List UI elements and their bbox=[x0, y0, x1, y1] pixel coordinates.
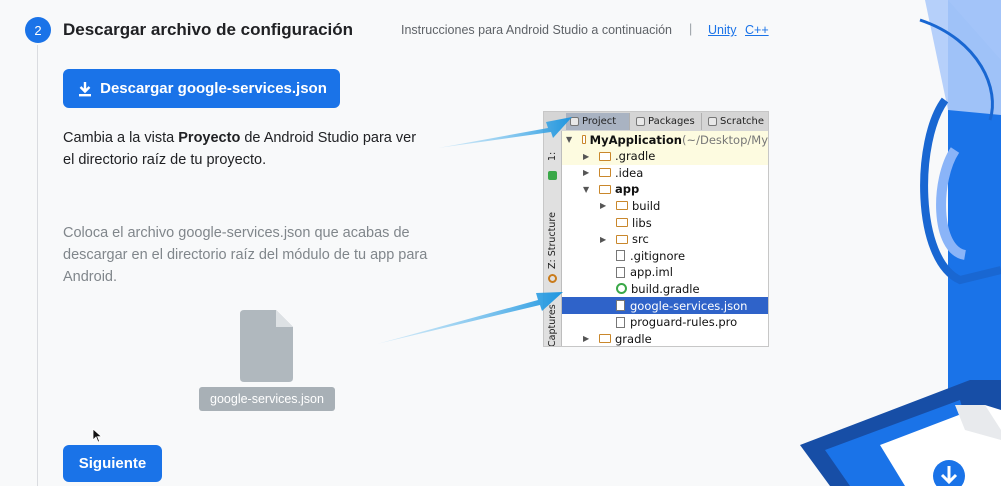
collapsed-arrow-icon: ▶ bbox=[583, 151, 590, 161]
tree-row: google-services.json bbox=[562, 297, 768, 314]
step-connector-line bbox=[37, 45, 38, 486]
tree-row: ▼ app bbox=[562, 181, 768, 198]
download-config-button[interactable]: Descargar google-services.json bbox=[63, 69, 340, 108]
gradle-icon bbox=[616, 283, 627, 295]
tree-row-label: app bbox=[615, 182, 640, 197]
tree-row: app.iml bbox=[562, 264, 768, 281]
android-studio-project-panel: Project Packages Scratche 1: Z: Structur… bbox=[543, 111, 769, 347]
folder-icon bbox=[599, 184, 611, 194]
tree-row: libs bbox=[562, 214, 768, 231]
tree-row-label: .gitignore bbox=[630, 248, 686, 263]
instruction-text-part1: Cambia a la vista bbox=[63, 130, 179, 146]
tree-row-path: (~/Desktop/My bbox=[681, 132, 768, 147]
mouse-cursor-icon bbox=[92, 428, 102, 443]
tree-row: ▶ build bbox=[562, 197, 768, 214]
tree-row: .gitignore bbox=[562, 247, 768, 264]
tree-row-label: gradle bbox=[615, 331, 652, 346]
tree-row-label: libs bbox=[632, 215, 652, 230]
tree-row-label: proguard-rules.pro bbox=[630, 315, 738, 330]
link-separator: | bbox=[689, 22, 693, 36]
project-panel-tabs: Project Packages Scratche bbox=[544, 112, 768, 132]
tab-project-label: Project bbox=[582, 116, 617, 127]
tree-row-label: .idea bbox=[615, 165, 644, 180]
cpp-link[interactable]: C++ bbox=[745, 23, 769, 37]
packages-tab-icon bbox=[636, 117, 645, 126]
side-label-project: 1: bbox=[547, 151, 558, 161]
next-button[interactable]: Siguiente bbox=[63, 445, 162, 482]
step-title: Descargar archivo de configuración bbox=[63, 20, 354, 39]
project-view-instruction: Cambia a la vista Proyecto de Android St… bbox=[63, 127, 423, 171]
file-icon bbox=[616, 316, 625, 328]
tree-row: ▶ gradle bbox=[562, 330, 768, 346]
project-tab-icon bbox=[570, 117, 579, 126]
tab-project: Project bbox=[566, 113, 630, 130]
folder-icon bbox=[616, 218, 628, 227]
download-config-button-label: Descargar google-services.json bbox=[100, 80, 327, 97]
instruction-text-bold: Proyecto bbox=[178, 130, 241, 146]
structure-icon bbox=[548, 274, 557, 283]
file-icon bbox=[240, 310, 293, 382]
collapsed-arrow-icon: ▶ bbox=[600, 234, 607, 244]
folder-icon bbox=[599, 168, 611, 178]
ide-tool-window-strip: 1: Z: Structure Captures bbox=[544, 131, 562, 346]
project-file-tree: ▼ MyApplication (~/Desktop/My ▶ .gradle ▶ .id… bbox=[562, 131, 768, 346]
tree-row-label: src bbox=[632, 232, 649, 247]
tree-row: ▶ src bbox=[562, 231, 768, 248]
next-button-label: Siguiente bbox=[78, 455, 147, 472]
folder-icon bbox=[599, 334, 611, 344]
tab-scratches-label: Scratche bbox=[720, 116, 764, 127]
folder-icon bbox=[599, 151, 611, 161]
side-label-structure: Z: Structure bbox=[547, 212, 558, 269]
side-label-captures: Captures bbox=[547, 304, 558, 347]
collapsed-arrow-icon: ▶ bbox=[583, 168, 590, 178]
place-file-instruction: Coloca el archivo google-services.json q… bbox=[63, 225, 428, 285]
tree-row: ▶ .idea bbox=[562, 164, 768, 181]
instructions-label: Instrucciones para Android Studio a cont… bbox=[401, 23, 673, 37]
scratches-tab-icon bbox=[708, 117, 717, 126]
android-icon bbox=[548, 171, 557, 180]
tree-row-label: build.gradle bbox=[631, 281, 700, 296]
collapsed-arrow-icon: ▶ bbox=[600, 201, 607, 211]
tree-row: proguard-rules.pro bbox=[562, 314, 768, 331]
unity-link[interactable]: Unity bbox=[708, 23, 736, 37]
step-number-badge: 2 bbox=[25, 17, 51, 43]
tree-row: ▶ .gradle bbox=[562, 147, 768, 165]
file-icon bbox=[616, 250, 625, 262]
folder-icon bbox=[616, 201, 628, 211]
tree-row-label: .gradle bbox=[615, 149, 656, 164]
tree-row: build.gradle bbox=[562, 280, 768, 297]
folder-icon bbox=[582, 135, 586, 144]
tree-row: ▼ MyApplication (~/Desktop/My bbox=[562, 131, 768, 148]
tree-row-label: MyApplication bbox=[589, 132, 682, 147]
tab-packages-label: Packages bbox=[648, 116, 695, 127]
download-icon bbox=[79, 81, 92, 96]
tree-row-label: build bbox=[632, 198, 661, 213]
file-name-label: google-services.json bbox=[199, 387, 335, 411]
tree-row-label: google-services.json bbox=[630, 298, 748, 313]
tree-row-label: app.iml bbox=[630, 265, 673, 280]
collapsed-arrow-icon: ▶ bbox=[583, 334, 590, 344]
expanded-arrow-icon: ▼ bbox=[583, 184, 590, 194]
tab-packages: Packages bbox=[632, 113, 702, 130]
file-icon bbox=[616, 300, 625, 311]
file-icon bbox=[616, 266, 625, 278]
expanded-arrow-icon: ▼ bbox=[566, 135, 573, 144]
tab-scratches: Scratche bbox=[704, 113, 768, 130]
folder-icon bbox=[616, 234, 628, 244]
